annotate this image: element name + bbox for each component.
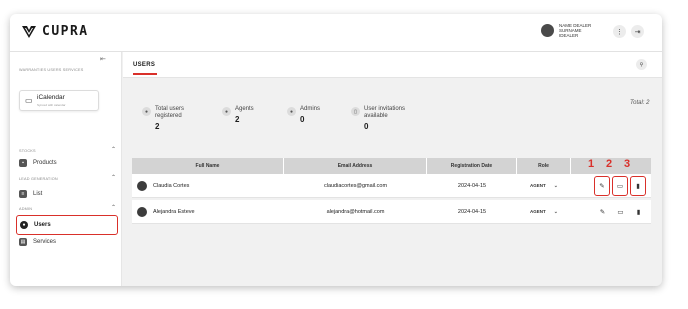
stat-label-2: available [364, 113, 388, 119]
logout-icon[interactable]: ⇥ [631, 25, 644, 38]
role-select[interactable]: AGENT ⌄ [530, 183, 558, 189]
stat-admins: ● Admins 0 [287, 106, 320, 124]
table-row: Claudia Cortes claudiacortes@gmail.com 2… [132, 174, 651, 198]
stat-label: User invitations [364, 106, 406, 112]
icalendar-card[interactable]: ▭ iCalendar Synced with calendar [19, 90, 99, 111]
invitation-icon: ▯ [351, 107, 360, 116]
calendar-icon[interactable]: ▭ [614, 205, 627, 218]
title-underline [133, 73, 157, 75]
column-header-registration-date[interactable]: Registration Date [427, 158, 517, 174]
calendar-subtitle: Synced with calendar [37, 103, 66, 107]
main-content: USERS ⚲ ● Total users registered 2 ● Age… [123, 52, 662, 286]
cupra-logo-icon [22, 25, 36, 38]
chevron-up-icon[interactable]: ⌃ [111, 204, 116, 211]
total-count: Total: 2 [630, 100, 650, 106]
chevron-down-icon: ⌄ [553, 208, 558, 215]
calendar-title: iCalendar [37, 94, 65, 101]
app-window: CUPRA NAME DEALER SURNAME IDEALER ⋮ ⇥ ⇤ … [10, 14, 662, 286]
delete-icon[interactable]: ▮ [632, 205, 645, 218]
top-bar: CUPRA NAME DEALER SURNAME IDEALER ⋮ ⇥ [10, 14, 662, 52]
logo[interactable]: CUPRA [22, 24, 89, 39]
column-header-role[interactable]: Role [517, 158, 571, 174]
sidebar-item-list[interactable]: ≡ List [16, 187, 118, 201]
user-email: alejandra@hotmail.com [326, 208, 385, 215]
user-full-name: Alejandra Esteve [153, 208, 195, 215]
calendar-icon[interactable]: ▭ [612, 176, 628, 196]
stat-value: 2 [155, 122, 160, 131]
stat-total-users: ● Total users registered 2 [142, 106, 184, 131]
services-icon: ▤ [19, 238, 27, 246]
role-value: AGENT [530, 209, 546, 214]
table-header: Full Name Email Address Registration Dat… [132, 158, 651, 174]
section-caption-admin: ADMIN [19, 207, 33, 211]
avatar [541, 24, 554, 37]
sidebar-item-label: List [33, 191, 43, 197]
user-profile[interactable]: NAME DEALER SURNAME IDEALER [541, 23, 591, 38]
stat-agents: ● Agents 2 [222, 106, 254, 124]
section-caption-lead-generation: LEAD GENERATION [19, 177, 58, 181]
sidebar-item-label: Users [34, 222, 51, 228]
avatar [137, 206, 147, 217]
stat-value: 2 [235, 115, 240, 124]
edit-icon[interactable]: ✎ [596, 205, 609, 218]
step-marker-2: 2 [606, 158, 613, 170]
role-select[interactable]: AGENT ⌄ [530, 209, 558, 215]
chevron-up-icon[interactable]: ⌃ [111, 174, 116, 181]
stat-label: Total users [155, 106, 185, 112]
column-header-full-name[interactable]: Full Name [132, 158, 284, 174]
stat-label-2: registered [155, 113, 182, 119]
collapse-sidebar-icon[interactable]: ⇤ [100, 55, 106, 63]
step-marker-3: 3 [624, 158, 631, 170]
sidebar-item-label: Services [33, 239, 57, 245]
users-icon: ● [20, 221, 28, 229]
user-role: IDEALER [559, 33, 579, 38]
stat-label: Agents [235, 106, 254, 112]
user-icon: ● [142, 107, 151, 116]
page-title: USERS [133, 62, 156, 68]
sidebar-item-services[interactable]: ▤ Services [16, 235, 118, 249]
chevron-up-icon[interactable]: ⌃ [111, 146, 116, 153]
edit-icon[interactable]: ✎ [594, 176, 610, 196]
calendar-icon: ▭ [25, 96, 33, 105]
sidebar-item-users[interactable]: ● Users [16, 215, 118, 235]
stat-value: 0 [364, 122, 369, 131]
sidebar-caption: WARRANTIES USERS SERVICES [19, 68, 84, 72]
sidebar-item-products[interactable]: ▪ Products [16, 156, 118, 170]
delete-icon[interactable]: ▮ [630, 176, 646, 196]
admin-icon: ● [287, 107, 296, 116]
agent-icon: ● [222, 107, 231, 116]
brand-name: CUPRA [42, 24, 89, 39]
car-icon: ▪ [19, 159, 27, 167]
registration-date: 2024-04-15 [457, 182, 487, 189]
user-full-name: Claudia Cortes [153, 182, 190, 189]
stat-label: Admins [300, 106, 321, 112]
sidebar: ⇤ WARRANTIES USERS SERVICES ▭ iCalendar … [10, 52, 122, 286]
column-header-email[interactable]: Email Address [284, 158, 427, 174]
stat-invitations: ▯ User invitations available 0 [351, 106, 405, 131]
search-user-icon[interactable]: ⚲ [636, 59, 647, 70]
sidebar-item-label: Products [33, 160, 57, 166]
chevron-down-icon: ⌄ [553, 182, 558, 189]
role-value: AGENT [530, 183, 546, 188]
list-icon: ≡ [19, 190, 27, 198]
step-marker-1: 1 [588, 158, 595, 170]
more-vertical-icon[interactable]: ⋮ [613, 25, 626, 38]
avatar [137, 180, 147, 191]
page-header: USERS ⚲ [123, 52, 662, 78]
stat-value: 0 [300, 115, 305, 124]
section-caption-stocks: STOCKS [19, 149, 36, 153]
registration-date: 2024-04-15 [457, 208, 487, 215]
user-email: claudiacortes@gmail.com [323, 182, 388, 189]
table-row: Alejandra Esteve alejandra@hotmail.com 2… [132, 200, 651, 224]
